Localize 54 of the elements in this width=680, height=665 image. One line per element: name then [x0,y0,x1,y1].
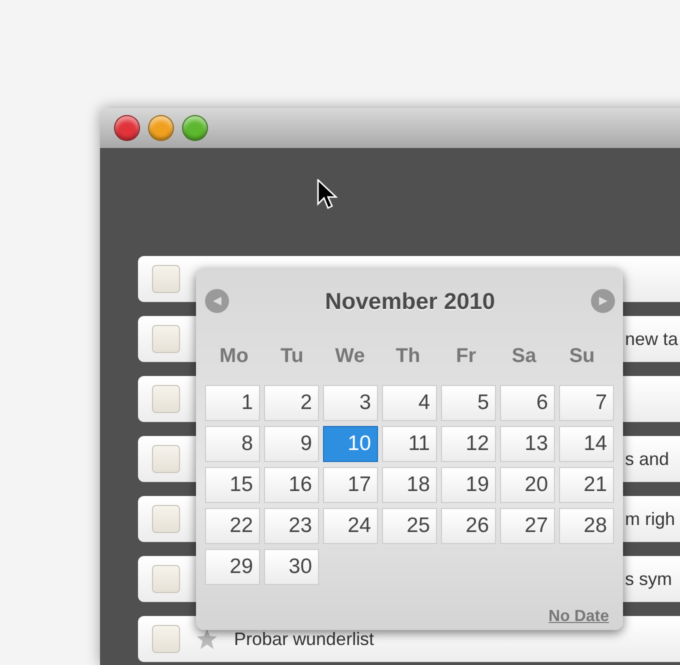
task-title: new ta [625,328,678,350]
month-title: November 2010 [324,287,496,316]
task-checkbox[interactable] [152,445,180,473]
task-title: m righ [625,508,676,531]
cursor-icon [317,179,339,211]
task-checkbox[interactable] [152,385,180,413]
day-cell[interactable]: 13 [500,426,555,462]
day-cell[interactable]: 17 [323,466,378,502]
day-cell[interactable]: 20 [500,466,555,502]
task-title: s and [625,448,670,470]
task-title: Probar wunderlist [234,628,374,650]
day-cell[interactable]: 29 [205,548,260,584]
day-cell[interactable]: 18 [382,466,437,502]
day-cell[interactable]: 22 [205,508,260,544]
day-cell[interactable]: 26 [441,508,496,544]
day-cell[interactable]: 9 [264,426,319,462]
day-cell[interactable]: 3 [323,384,378,420]
weekday-label: Sa [510,344,538,368]
day-cell[interactable]: 19 [441,466,496,502]
day-cell[interactable]: 12 [441,426,496,462]
minimize-button[interactable] [148,115,174,141]
day-cell[interactable]: 28 [559,508,614,544]
day-cell[interactable]: 5 [441,384,496,420]
day-cell[interactable]: 14 [559,426,614,462]
zoom-button[interactable] [182,115,208,141]
day-cell[interactable]: 1 [205,384,260,420]
star-icon[interactable] [196,628,218,650]
task-checkbox[interactable] [152,625,180,653]
weekday-label: Tu [280,344,304,368]
weekday-label: Th [394,344,422,368]
weekday-label: Fr [455,344,477,368]
day-cell[interactable]: 4 [382,384,437,420]
day-cell[interactable]: 2 [264,384,319,420]
weekday-label: Mo [218,344,250,368]
day-cell[interactable]: 11 [382,426,437,462]
day-cell[interactable]: 7 [559,384,614,420]
task-checkbox[interactable] [152,565,180,593]
task-title: s sym [625,568,672,591]
day-cell[interactable]: 23 [264,508,319,544]
day-cell[interactable]: 25 [382,508,437,544]
weekday-label: Su [568,344,596,368]
day-cell[interactable]: 16 [264,466,319,502]
close-button[interactable] [114,115,140,141]
day-cell[interactable]: 30 [264,548,319,584]
task-checkbox[interactable] [152,505,180,533]
day-cell[interactable]: 15 [205,466,260,502]
day-cell[interactable]: 21 [559,466,614,502]
day-cell[interactable]: 6 [500,384,555,420]
weekday-label: We [334,344,366,368]
day-cell[interactable]: 27 [500,508,555,544]
task-checkbox[interactable] [152,265,180,293]
day-cell[interactable]: 8 [205,426,260,462]
task-checkbox[interactable] [152,325,180,353]
day-cell[interactable]: 24 [323,508,378,544]
